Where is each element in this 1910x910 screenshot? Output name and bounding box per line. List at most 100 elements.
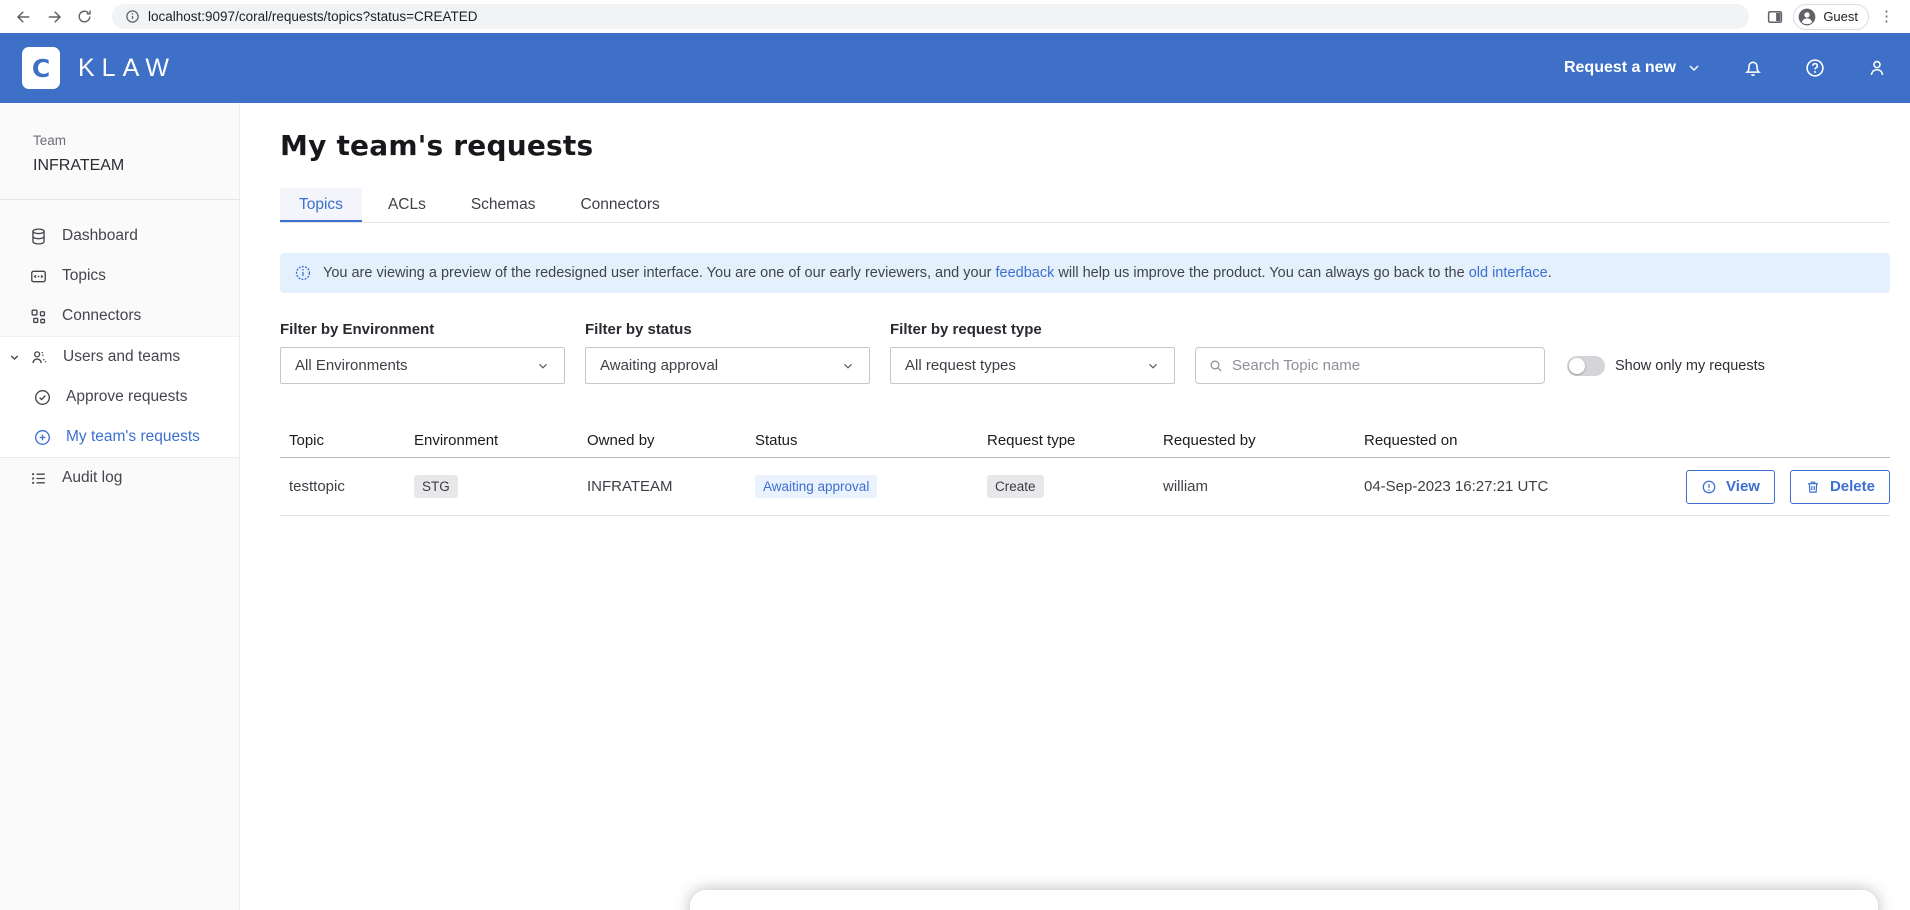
sidebar-item-dashboard[interactable]: Dashboard	[0, 216, 239, 256]
requests-table: Topic Environment Owned by Status Reques…	[280, 428, 1890, 516]
tab-label: ACLs	[388, 196, 426, 214]
sidebar-item-label: Dashboard	[62, 227, 138, 245]
main-content: My team's requests Topics ACLs Schemas C…	[240, 103, 1910, 910]
url-bar[interactable]: localhost:9097/coral/requests/topics?sta…	[112, 4, 1749, 29]
tab-bar: Topics ACLs Schemas Connectors	[280, 188, 1890, 223]
sidebar-item-label: Approve requests	[66, 388, 188, 406]
page-title: My team's requests	[280, 129, 1890, 162]
old-interface-link[interactable]: old interface	[1469, 265, 1548, 281]
column-header-request-type: Request type	[987, 432, 1163, 449]
status-chip: Awaiting approval	[755, 475, 877, 498]
user-profile-icon[interactable]	[1866, 57, 1888, 79]
info-icon	[294, 264, 312, 282]
sidebar-item-label: My team's requests	[66, 428, 200, 446]
delete-button-label: Delete	[1830, 478, 1875, 495]
connectors-icon	[29, 307, 48, 326]
url-text: localhost:9097/coral/requests/topics?sta…	[148, 9, 478, 24]
team-label: Team	[33, 133, 239, 148]
topic-search[interactable]	[1195, 347, 1545, 384]
status-select[interactable]: Awaiting approval	[585, 347, 870, 384]
filter-row: Filter by Environment All Environments F…	[280, 321, 1890, 384]
browser-profile-chip[interactable]: Guest	[1793, 4, 1869, 30]
reload-icon[interactable]	[72, 5, 96, 29]
banner-text-pre: You are viewing a preview of the redesig…	[323, 265, 996, 281]
trash-icon	[1805, 479, 1821, 495]
sidebar-item-my-teams-requests[interactable]: My team's requests	[0, 417, 239, 457]
tab-schemas[interactable]: Schemas	[452, 188, 555, 222]
preview-info-banner: You are viewing a preview of the redesig…	[280, 253, 1890, 293]
info-icon	[1701, 479, 1717, 495]
show-only-my-requests-toggle[interactable]	[1567, 356, 1605, 376]
request-type-select-value: All request types	[905, 357, 1016, 374]
tab-acls[interactable]: ACLs	[369, 188, 445, 222]
column-header-topic: Topic	[289, 432, 414, 449]
tab-topics[interactable]: Topics	[280, 188, 362, 222]
sidebar-item-approve-requests[interactable]: Approve requests	[0, 377, 239, 417]
klaw-logo-icon[interactable]: C	[22, 47, 60, 89]
filter-status-label: Filter by status	[585, 321, 870, 338]
klaw-logo-letter: C	[32, 54, 50, 83]
filter-request-type-label: Filter by request type	[890, 321, 1175, 338]
column-header-status: Status	[755, 432, 987, 449]
environment-select[interactable]: All Environments	[280, 347, 565, 384]
tab-label: Connectors	[580, 196, 659, 214]
avatar	[1797, 7, 1817, 27]
toggle-knob	[1569, 358, 1585, 374]
column-header-requested-on: Requested on	[1364, 432, 1644, 449]
chevron-down-icon	[1146, 359, 1160, 373]
check-circle-icon	[33, 388, 52, 407]
team-name: INFRATEAM	[33, 157, 239, 175]
sidebar-group-users-and-teams: Users and teams Approve requests My team…	[0, 336, 239, 458]
side-panel-icon[interactable]	[1763, 5, 1787, 29]
app-header: C KLAW Request a new	[0, 33, 1910, 103]
sidebar-item-label: Audit log	[62, 469, 122, 487]
topics-icon	[29, 267, 48, 286]
table-header-row: Topic Environment Owned by Status Reques…	[280, 428, 1890, 458]
notifications-bell-icon[interactable]	[1742, 57, 1764, 79]
browser-menu-icon[interactable]: ⋮	[1875, 14, 1898, 20]
owned-by-cell: INFRATEAM	[587, 478, 755, 495]
sidebar-item-audit-log[interactable]: Audit log	[0, 458, 239, 498]
sidebar-item-users-and-teams[interactable]: Users and teams	[0, 337, 239, 377]
show-only-my-requests-label: Show only my requests	[1615, 358, 1765, 374]
environment-chip: STG	[414, 475, 458, 498]
status-select-value: Awaiting approval	[600, 357, 718, 374]
request-type-chip: Create	[987, 475, 1044, 498]
column-header-owned-by: Owned by	[587, 432, 755, 449]
chevron-down-icon	[8, 351, 21, 364]
tab-connectors[interactable]: Connectors	[561, 188, 678, 222]
search-icon	[1208, 358, 1224, 374]
browser-toolbar: localhost:9097/coral/requests/topics?sta…	[0, 0, 1910, 33]
list-icon	[29, 469, 48, 488]
column-header-environment: Environment	[414, 432, 587, 449]
view-button[interactable]: View	[1686, 470, 1775, 504]
feedback-link[interactable]: feedback	[996, 265, 1055, 281]
search-input[interactable]	[1232, 357, 1532, 374]
sidebar-item-connectors[interactable]: Connectors	[0, 296, 239, 336]
requested-on-cell: 04-Sep-2023 16:27:21 UTC	[1364, 478, 1644, 495]
site-info-icon[interactable]	[124, 9, 140, 25]
banner-text-mid: will help us improve the product. You ca…	[1054, 265, 1468, 281]
sidebar-item-label: Topics	[62, 267, 106, 285]
chevron-down-icon	[1686, 60, 1702, 76]
environment-select-value: All Environments	[295, 357, 408, 374]
back-icon[interactable]	[12, 5, 36, 29]
dashboard-icon	[29, 227, 48, 246]
forward-icon[interactable]	[42, 5, 66, 29]
filter-environment-label: Filter by Environment	[280, 321, 565, 338]
plus-circle-icon	[33, 428, 52, 447]
sidebar-item-topics[interactable]: Topics	[0, 256, 239, 296]
tab-label: Schemas	[471, 196, 536, 214]
request-a-new-label: Request a new	[1564, 59, 1676, 77]
column-header-requested-by: Requested by	[1163, 432, 1364, 449]
request-a-new-button[interactable]: Request a new	[1564, 59, 1702, 77]
delete-button[interactable]: Delete	[1790, 470, 1890, 504]
bottom-sheet-shadow	[690, 890, 1878, 910]
chevron-down-icon	[841, 359, 855, 373]
request-type-select[interactable]: All request types	[890, 347, 1175, 384]
sidebar: Team INFRATEAM Dashboard Topics C	[0, 103, 240, 910]
klaw-logo-text[interactable]: KLAW	[78, 54, 176, 83]
tab-label: Topics	[299, 196, 343, 214]
help-icon[interactable]	[1804, 57, 1826, 79]
users-icon	[30, 348, 49, 367]
